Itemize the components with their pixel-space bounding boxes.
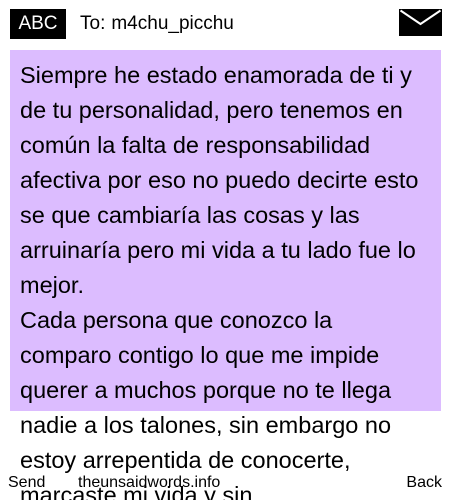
site-caption: theunsaidwords.info [78, 474, 221, 491]
softkey-bar: Send theunsaidwords.info Back [0, 473, 450, 500]
message-paragraph: Siempre he estado enamorada de ti y de t… [20, 62, 419, 298]
send-softkey[interactable]: Send [8, 473, 45, 493]
header-bar: ABC To: m4chu_picchu [0, 0, 450, 46]
recipient-line: To: m4chu_picchu [80, 9, 234, 39]
recipient-name: m4chu_picchu [111, 13, 234, 34]
envelope-icon [399, 9, 442, 36]
input-mode-badge[interactable]: ABC [10, 9, 66, 39]
message-paragraph: Cada persona que conozco la comparo cont… [20, 307, 392, 500]
back-softkey[interactable]: Back [406, 473, 442, 493]
message-compose-screen: ABC To: m4chu_picchu Siempre he estado en… [0, 0, 450, 500]
message-body[interactable]: Siempre he estado enamorada de ti y de t… [20, 58, 428, 500]
to-label: To: [80, 13, 106, 34]
